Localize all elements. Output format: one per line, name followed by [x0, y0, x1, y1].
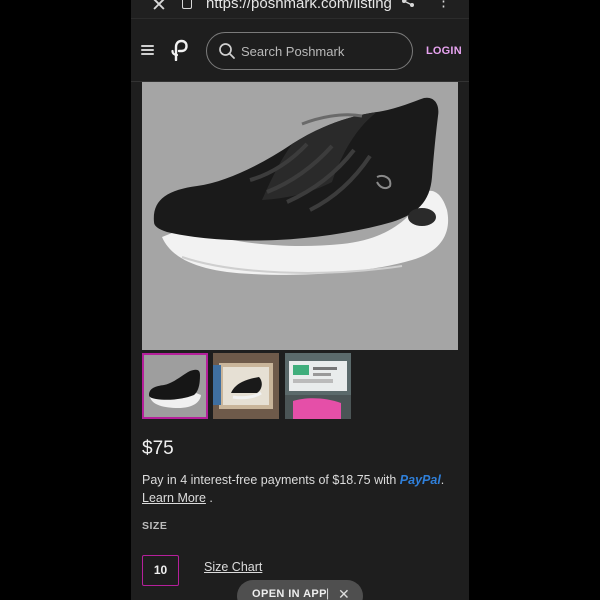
- installment-info: Pay in 4 interest-free payments of $18.7…: [142, 473, 445, 505]
- paypal-logo[interactable]: PayPal: [400, 473, 441, 487]
- thumbnail-3[interactable]: [285, 353, 351, 419]
- open-in-app-banner[interactable]: OPEN IN APP | ✕: [237, 580, 363, 600]
- browser-address-bar: ✕ https://poshmark.com/listing ⋮: [131, 0, 469, 19]
- thumbnail-strip: [142, 353, 458, 421]
- learn-more-link[interactable]: Learn More: [142, 491, 206, 505]
- thumbnail-2[interactable]: [213, 353, 279, 419]
- login-link[interactable]: LOGIN: [426, 45, 462, 57]
- url-text[interactable]: https://poshmark.com/listing: [206, 0, 394, 12]
- search-icon: [219, 43, 235, 59]
- site-header: LOGIN: [131, 19, 469, 82]
- size-option-10[interactable]: 10: [142, 555, 179, 586]
- phone-viewport: ✕ https://poshmark.com/listing ⋮ LOGIN: [131, 0, 469, 600]
- search-bar[interactable]: [206, 32, 413, 70]
- poshmark-logo[interactable]: [169, 39, 191, 61]
- size-heading: SIZE: [142, 520, 168, 532]
- close-icon[interactable]: ✕: [338, 586, 350, 600]
- listing-price: $75: [142, 438, 174, 459]
- search-input[interactable]: [241, 41, 401, 61]
- banner-separator: |: [326, 586, 330, 600]
- open-in-app-label[interactable]: OPEN IN APP: [252, 588, 327, 600]
- more-options-icon[interactable]: ⋮: [436, 0, 451, 10]
- installment-text: Pay in 4 interest-free payments of $18.7…: [142, 473, 400, 487]
- menu-icon[interactable]: [141, 45, 154, 55]
- main-product-image[interactable]: [142, 82, 458, 350]
- sneaker-illustration: [153, 97, 449, 275]
- lock-icon[interactable]: [182, 0, 192, 9]
- close-tab-icon[interactable]: ✕: [151, 0, 167, 15]
- thumbnail-1[interactable]: [142, 353, 208, 419]
- share-icon[interactable]: [401, 0, 415, 11]
- size-chart-link[interactable]: Size Chart: [204, 560, 262, 574]
